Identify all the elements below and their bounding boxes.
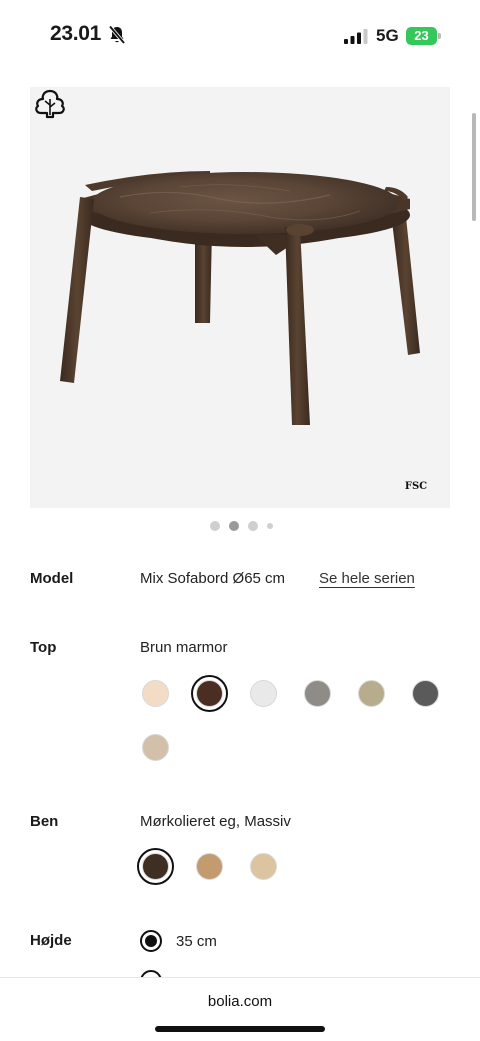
swatch-color [250,680,277,707]
swatch-color [142,680,169,707]
gallery-dot-active[interactable] [229,521,239,531]
swatch-grey-stone[interactable] [302,675,356,711]
swatch-dark-oiled-oak[interactable] [137,848,194,885]
swatch-color [412,680,439,707]
height-option-label: 35 cm [176,932,217,950]
battery-level: 23 [414,28,429,43]
model-label: Model [30,570,74,587]
coffee-table-illustration [60,171,420,425]
model-value: Mix Sofabord Ø65 cm [140,570,286,587]
top-label: Top [30,639,57,656]
swatch-light-oak[interactable] [248,848,302,884]
top-value: Brun marmor [140,639,228,656]
swatch-olive-beige[interactable] [356,675,410,711]
height-label: Højde [30,932,72,949]
swatch-color [250,853,277,880]
swatch-color [142,734,169,761]
swatch-color [196,853,223,880]
height-option[interactable]: 35 cm [140,930,217,952]
scroll-indicator[interactable] [472,113,476,221]
bell-muted-icon [108,25,126,45]
see-series-link[interactable]: Se hele serien [319,570,415,587]
swatch-color [358,680,385,707]
swatch-color [196,680,223,707]
fsc-tree-icon [35,89,65,119]
legs-value: Mørkolieret eg, Massiv [140,813,291,830]
status-bar: 23.01 5G 23 [0,0,480,72]
swatch-sand-marble[interactable] [140,729,194,765]
status-time: 23.01 [50,22,102,45]
swatch-brown-marble[interactable] [191,675,248,712]
network-type: 5G [376,26,399,45]
gallery-pagination[interactable] [210,520,273,532]
product-image[interactable]: FSC [30,87,450,508]
cellular-signal-icon [344,29,368,44]
top-swatch-row [140,675,464,712]
gallery-dot[interactable] [210,521,220,531]
url-label[interactable]: bolia.com [0,993,480,1010]
gallery-dot[interactable] [248,521,258,531]
battery-icon: 23 [406,27,442,45]
swatch-color [304,680,331,707]
gallery-dot[interactable] [267,523,273,529]
height-radio[interactable] [140,930,162,952]
fsc-label: FSC [404,481,428,492]
product-page: 23.01 5G 23 FSC Model Mix Sofabord Ø65 c… [0,0,480,1041]
browser-address-bar[interactable]: bolia.com [0,977,480,1041]
swatch-white[interactable] [248,675,302,711]
legs-swatch-row [137,848,302,885]
swatch-oiled-oak[interactable] [194,848,248,884]
swatch-color [142,853,169,880]
swatch-dark-grey[interactable] [410,675,464,711]
swatch-light-beige[interactable] [140,675,194,711]
top-swatch-row [140,729,194,765]
legs-label: Ben [30,813,59,830]
home-indicator[interactable] [155,1026,325,1032]
